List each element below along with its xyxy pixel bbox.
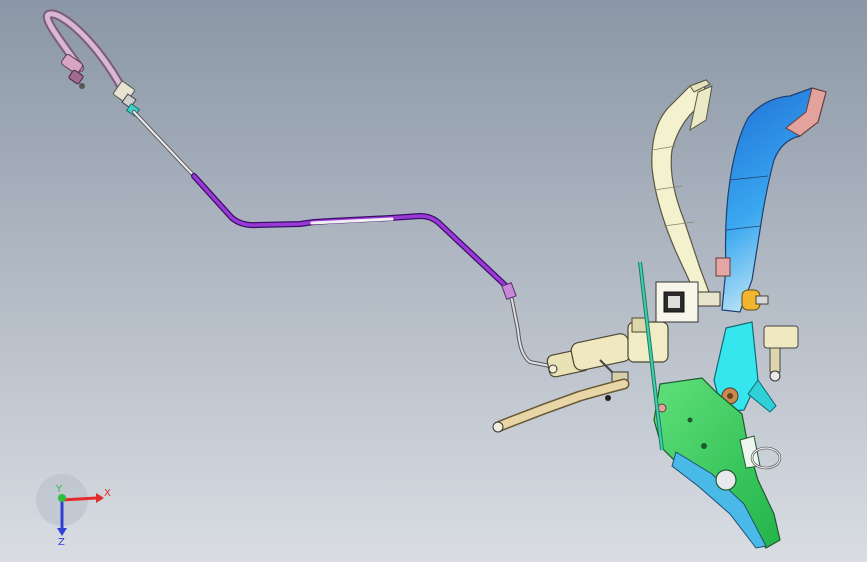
y-axis-label: Y <box>55 484 63 495</box>
x-axis-arrow <box>61 496 97 502</box>
cad-viewport[interactable]: X Y Z <box>0 0 867 562</box>
x-axis-label: X <box>104 488 111 499</box>
y-axis-arrow <box>58 494 66 502</box>
z-axis-label: Z <box>58 537 65 548</box>
